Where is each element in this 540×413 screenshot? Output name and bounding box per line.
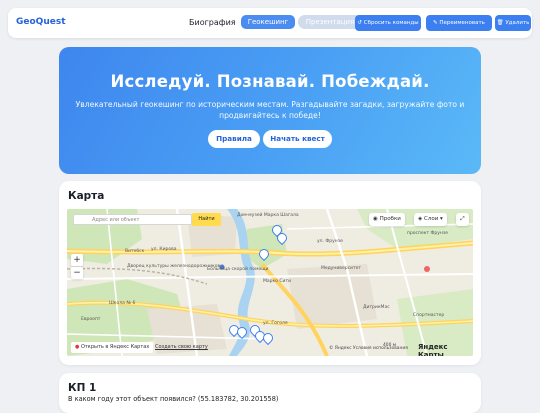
checkpoint-question: В каком году этот объект появился? (55.1… (68, 395, 279, 403)
zoom-in-button[interactable]: + (71, 254, 83, 266)
poi-label: ДитрикМас (363, 305, 390, 310)
chevron-down-icon: ▾ (438, 216, 443, 222)
poi-label: Школа № 6 (109, 301, 136, 306)
traffic-label: Пробки (379, 216, 401, 222)
poi-label: Витебск (125, 249, 145, 254)
map-scale: 400 м (383, 343, 397, 348)
map-search-input[interactable]: Адрес или объект (73, 214, 192, 225)
open-in-yandex-link[interactable]: ● Открыть в Яндекс Картах (71, 342, 154, 353)
open-in-yandex-label: Открыть в Яндекс Картах (80, 344, 150, 350)
rename-button[interactable]: ✎ Переименовать (426, 15, 492, 31)
layers-label: Слои (423, 216, 439, 222)
checkpoint-card: КП 1 В каком году этот объект появился? … (59, 373, 481, 413)
poi-label: Больница скорой помощи (207, 267, 269, 272)
hero-title: Исследуй. Познавай. Побеждай. (110, 72, 430, 91)
street-label: ул. Кирова (151, 247, 177, 252)
map-search-button[interactable]: Найти (192, 213, 221, 226)
app-logo[interactable]: GeoQuest (16, 17, 66, 27)
zoom-out-button[interactable]: − (71, 267, 83, 279)
layers-button[interactable]: ◈ Слои ▾ (414, 213, 447, 226)
street-label: проспект Фрунзе (407, 231, 449, 236)
top-bar: GeoQuest Биография Геокешинг Презентация… (8, 8, 532, 38)
nav-presentation[interactable]: Презентация (298, 15, 362, 29)
yandex-map[interactable]: Адрес или объект Найти ◉ Пробки ◈ Слои ▾… (67, 209, 473, 356)
rules-button[interactable]: Правила (208, 130, 260, 148)
map-section-title: Карта (68, 190, 105, 202)
reset-teams-button[interactable]: ↺ Сбросить команды (355, 15, 421, 31)
traffic-toggle[interactable]: ◉ Пробки (369, 213, 405, 226)
checkpoint-title: КП 1 (68, 382, 97, 394)
poi-label: Дом-музей Марка Шагала (237, 213, 299, 218)
nav-geocaching[interactable]: Геокешинг (241, 15, 295, 29)
hero-banner: Исследуй. Познавай. Побеждай. Увлекатель… (59, 47, 481, 174)
street-label: ул. Гоголя (263, 321, 288, 326)
map-card: Карта Адрес или объект Найти ◉ Пробки ◈ … (59, 181, 481, 365)
yandex-maps-logo: Яндекс Карты (418, 343, 448, 356)
street-label: ул. Фрунзе (317, 239, 343, 244)
fullscreen-icon[interactable]: ⤢ (456, 213, 469, 226)
start-quest-button[interactable]: Начать квест (263, 130, 332, 148)
hero-subtitle: Увлекательный геокешинг по историческим … (75, 100, 465, 120)
nav-biography[interactable]: Биография (189, 18, 236, 27)
create-map-link[interactable]: Создать свою карту (155, 344, 208, 350)
poi-label: Спортмастер (413, 313, 445, 318)
poi-label: Медуниверситет (321, 266, 361, 271)
delete-button[interactable]: 🗑 Удалить (495, 15, 531, 31)
poi-label: Евроопт (81, 317, 101, 322)
poi-label: Марко Сити (263, 279, 292, 284)
